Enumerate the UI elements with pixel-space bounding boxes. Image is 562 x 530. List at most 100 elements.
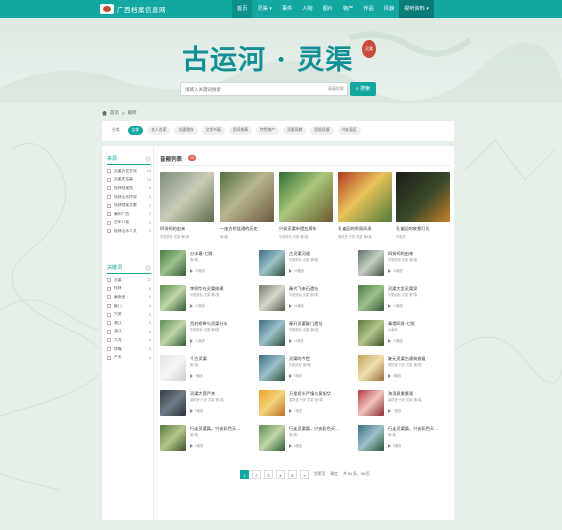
checkbox[interactable]: [107, 321, 111, 326]
play-icon[interactable]: [289, 408, 292, 413]
site-logo[interactable]: 广西档案信息网: [100, 3, 166, 15]
checkbox[interactable]: [107, 338, 111, 343]
audio-thumbnail[interactable]: [160, 285, 186, 311]
audio-thumbnail[interactable]: [358, 320, 384, 346]
play-icon[interactable]: [289, 443, 292, 448]
nav-item-products[interactable]: 物产: [338, 0, 358, 18]
nav-item-audiovisual[interactable]: 视听资料 ▾: [399, 0, 434, 18]
checkbox[interactable]: [107, 304, 111, 309]
checkbox[interactable]: [107, 203, 111, 208]
checkbox[interactable]: [107, 312, 111, 317]
facet-option[interactable]: 桂林山水人文 1: [107, 227, 153, 236]
audio-card[interactable]: 行走灵渠篇，兴安彩色天… 第1集 5播放: [358, 425, 454, 453]
facet-option[interactable]: 灵渠 22: [107, 276, 153, 285]
checkbox[interactable]: [107, 278, 111, 283]
audio-cover-image[interactable]: [220, 172, 274, 222]
audio-card-featured[interactable]: 一座古桥连通的历史 第1集: [220, 172, 274, 242]
facet-option[interactable]: 桂林 6: [107, 285, 153, 294]
audio-card-featured[interactable]: 兴安灵渠申遗五周年 华夏航标·灵渠·第2集: [279, 172, 333, 242]
audio-thumbnail[interactable]: [259, 425, 285, 451]
checkbox[interactable]: [107, 347, 111, 352]
checkbox[interactable]: [107, 186, 111, 191]
play-icon[interactable]: [190, 373, 193, 378]
audio-thumbnail[interactable]: [259, 320, 285, 346]
checkbox[interactable]: [107, 212, 111, 217]
audio-thumbnail[interactable]: [358, 425, 384, 451]
filter-chip[interactable]: 兴安县区: [337, 126, 361, 135]
checkbox[interactable]: [107, 295, 111, 300]
play-icon[interactable]: [289, 338, 292, 343]
facet-option[interactable]: 秦始皇 6: [107, 293, 153, 302]
facet-option[interactable]: 桂林档案馆 5: [107, 184, 153, 193]
audio-card[interactable]: 李明华在灵渠修建 华夏航标·灵渠·第1集 15播放: [160, 285, 256, 313]
audio-thumbnail[interactable]: [358, 285, 384, 311]
audio-card-featured[interactable]: 孔雀园的秀丽风采 梁跃进·兴安·灵渠·第4集: [338, 172, 392, 242]
filter-chip[interactable]: 文学书画: [201, 126, 225, 135]
checkbox[interactable]: [107, 355, 111, 360]
audio-card[interactable]: 灵渠大型灵渠泉 华夏航标·灵渠·第7集 13播放: [358, 285, 454, 313]
checkbox[interactable]: [107, 195, 111, 200]
audio-card[interactable]: 分水塘·七跳 第2集 20播放: [160, 250, 256, 278]
search-input[interactable]: [185, 83, 315, 95]
filter-chip[interactable]: 特色物产: [255, 126, 280, 135]
next-page-button[interactable]: »: [300, 470, 309, 479]
audio-card[interactable]: 灵渠的今世 华夏航标·第5集 9播放: [259, 355, 355, 383]
audio-thumbnail[interactable]: [358, 250, 384, 276]
audio-card[interactable]: 万里桥头严镇与黄旭华 梁跃进·兴安·灵渠·第3集 7播放: [259, 390, 355, 418]
audio-card[interactable]: 四贤祠的由来 华夏航标·灵渠·第3集 16播放: [358, 250, 454, 278]
filter-chip[interactable]: 古建遗存: [174, 126, 198, 135]
audio-thumbnail[interactable]: [259, 250, 285, 276]
collapse-icon[interactable]: [145, 156, 151, 162]
nav-item-lingqu[interactable]: 灵渠 ▾: [252, 0, 276, 18]
filter-chip[interactable]: 灵渠风貌: [283, 126, 307, 135]
breadcrumb-home[interactable]: 首页: [110, 110, 119, 116]
page-jump-button[interactable]: 确定: [330, 472, 338, 477]
play-icon[interactable]: [190, 338, 193, 343]
play-icon[interactable]: [388, 268, 391, 273]
audio-card[interactable]: 海滨泉雾景观 梁跃进·兴安·灵渠·第4集 7播放: [358, 390, 454, 418]
audio-thumbnail[interactable]: [259, 285, 285, 311]
collapse-icon[interactable]: [145, 265, 151, 271]
audio-cover-image[interactable]: [160, 172, 214, 222]
audio-thumbnail[interactable]: [160, 320, 186, 346]
facet-option[interactable]: 灵渠史话篇 10: [107, 176, 153, 185]
page-button[interactable]: 1: [240, 470, 249, 479]
checkbox[interactable]: [107, 169, 111, 174]
audio-cover-image[interactable]: [396, 172, 450, 222]
facet-option[interactable]: 廉州广西 2: [107, 210, 153, 219]
play-icon[interactable]: [388, 408, 391, 413]
audio-thumbnail[interactable]: [160, 390, 186, 416]
advanced-search-link[interactable]: 高级检索: [328, 86, 344, 92]
checkbox[interactable]: [107, 220, 111, 225]
facet-option[interactable]: 漓江 4: [107, 328, 153, 337]
nav-item-images[interactable]: 图片: [318, 0, 338, 18]
audio-thumbnail[interactable]: [160, 355, 186, 381]
audio-card[interactable]: 陡元灵渠古建筑修复 梁跃进·兴安·灵渠·第2集 8播放: [358, 355, 454, 383]
audio-card[interactable]: 秦代飞来石遗址 华夏航标·灵渠·第4集 14播放: [259, 285, 355, 313]
play-icon[interactable]: [190, 303, 193, 308]
facet-option[interactable]: 兴安 5: [107, 310, 153, 319]
facet-option[interactable]: 严关 3: [107, 353, 153, 362]
audio-thumbnail[interactable]: [358, 390, 384, 416]
page-button[interactable]: 2: [252, 470, 261, 479]
nav-item-home[interactable]: 首页: [232, 0, 253, 18]
audio-card[interactable]: 古灵渠河道 华夏航标·灵渠·第9集 20播放: [259, 250, 355, 278]
filter-chip[interactable]: 全部: [127, 126, 144, 135]
nav-item-works[interactable]: 作品: [358, 0, 378, 18]
facet-option[interactable]: 湘江 5: [107, 319, 153, 328]
audio-thumbnail[interactable]: [160, 250, 186, 276]
audio-card[interactable]: 千古灵渠 第1集 9播放: [160, 355, 256, 383]
page-button[interactable]: 3: [264, 470, 273, 479]
audio-thumbnail[interactable]: [358, 355, 384, 381]
play-icon[interactable]: [289, 268, 292, 273]
audio-card[interactable]: 秦开灵渠陡门遗址 华夏航标·灵渠·第6集 11播放: [259, 320, 355, 348]
search-button[interactable]: ⌕ 搜索: [350, 82, 376, 96]
play-icon[interactable]: [190, 408, 193, 413]
audio-card[interactable]: 行走灵渠篇，兴安彩色天… 第2集 6播放: [160, 425, 256, 453]
play-icon[interactable]: [388, 303, 391, 308]
audio-card[interactable]: 西村桥畔与灵渠分水 华夏航标·灵渠·第3集 12播放: [160, 320, 256, 348]
facet-option[interactable]: 灵渠历史文化 15: [107, 167, 153, 176]
facet-option[interactable]: 桂林档案文献 2: [107, 201, 153, 210]
audio-thumbnail[interactable]: [259, 355, 285, 381]
audio-card[interactable]: 秦堤四贤·七跳 大秦岭 10播放: [358, 320, 454, 348]
